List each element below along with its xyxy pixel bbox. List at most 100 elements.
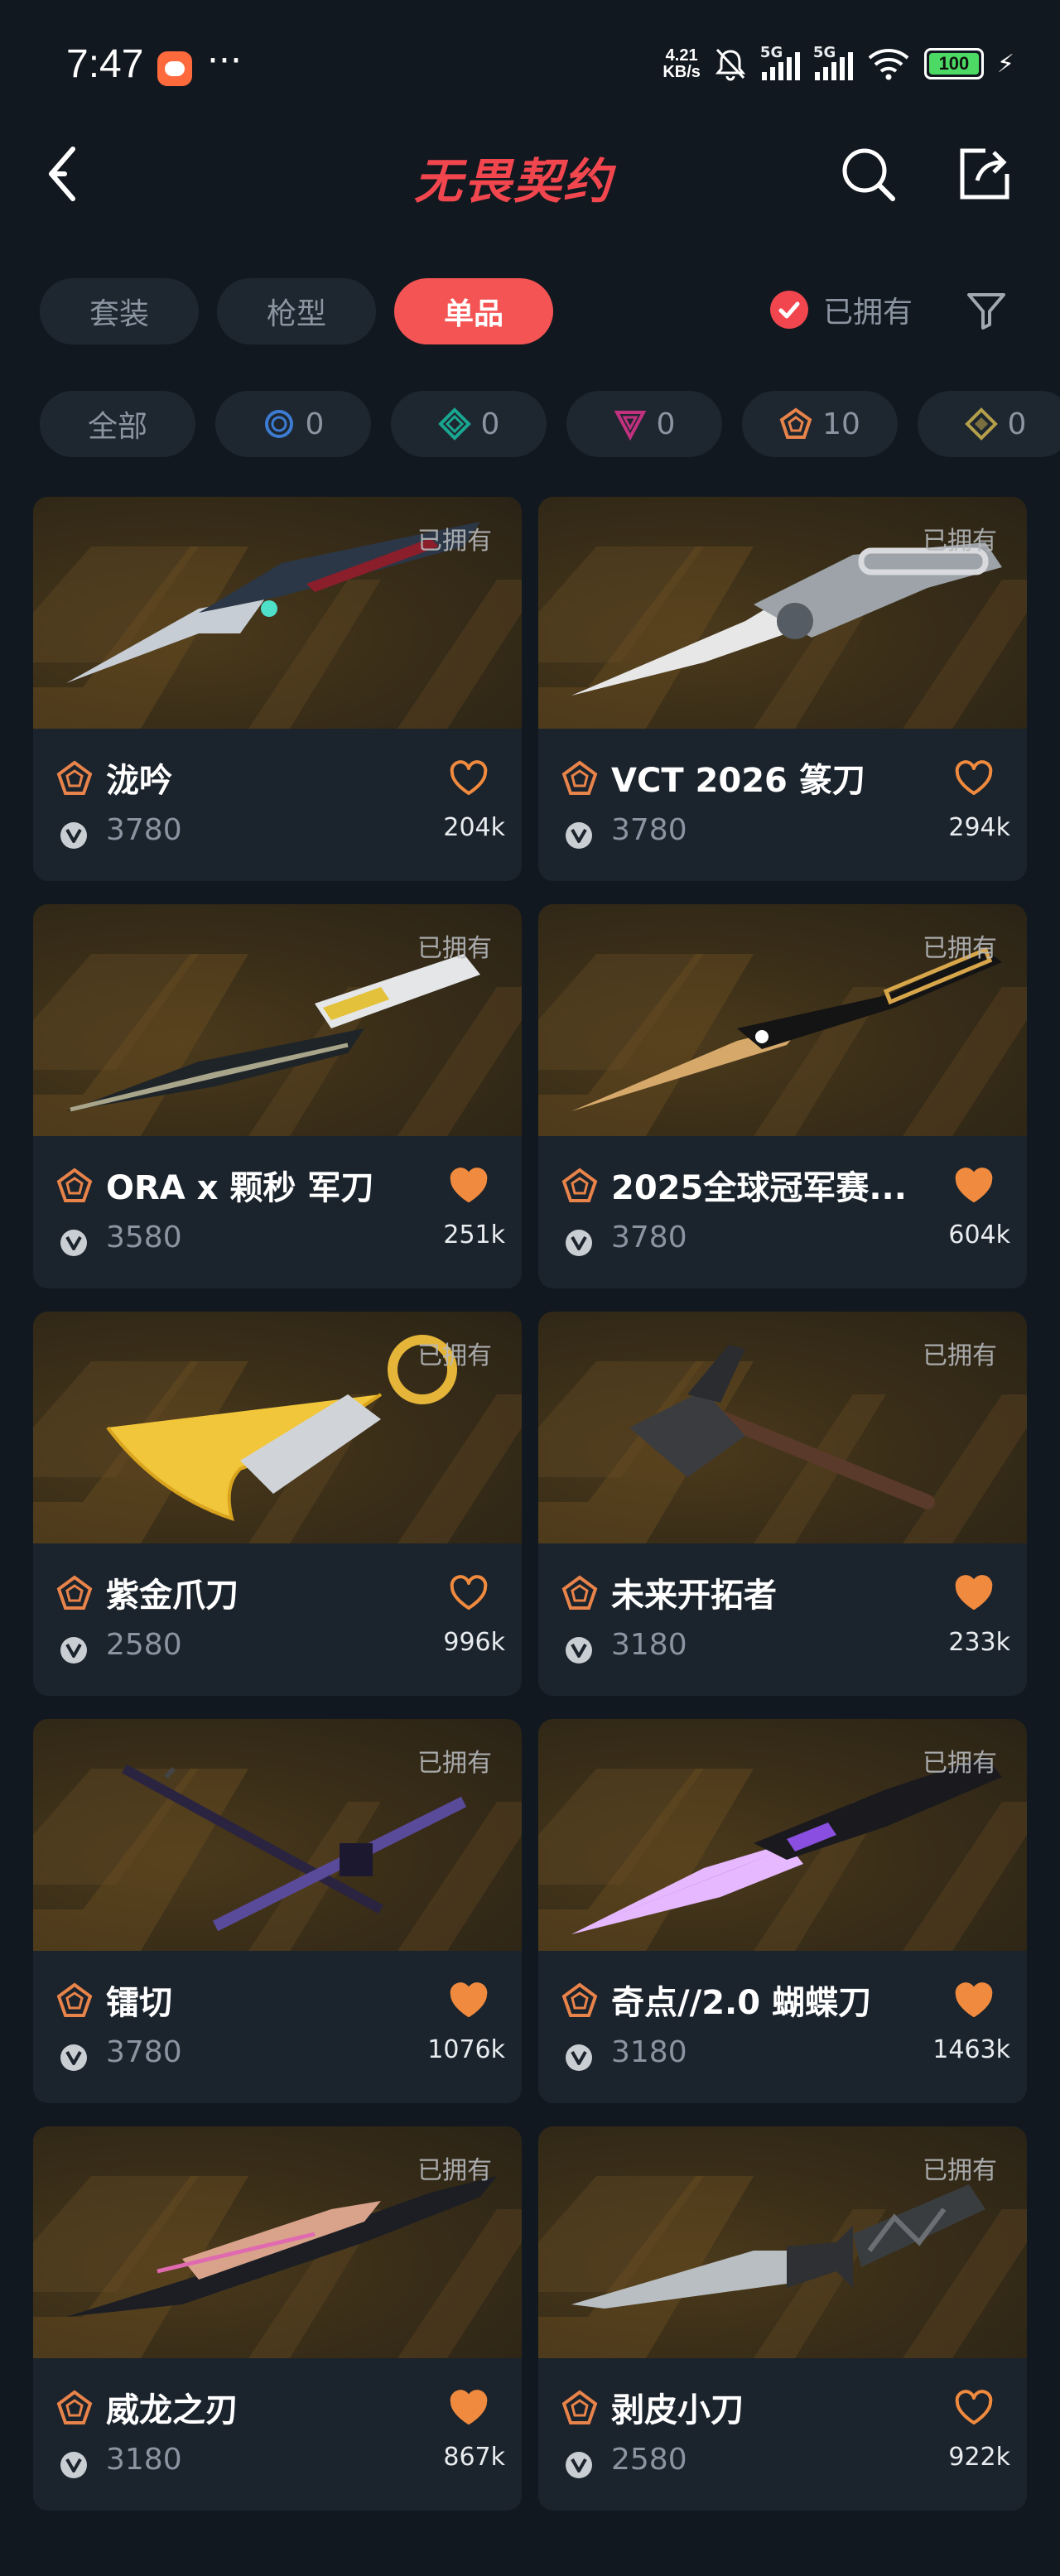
chip-ultra-count: 0: [1007, 407, 1027, 441]
item-card[interactable]: 已拥有 奇点//2.0 蝴蝶刀 3180 1463k: [538, 1719, 1027, 2103]
item-card[interactable]: 已拥有 2025全球冠军赛... 3780 604k: [538, 904, 1027, 1288]
signal-sim1-icon: 5G: [760, 44, 800, 80]
signal-sim2-icon: 5G: [813, 44, 853, 80]
valorant-points-icon: [58, 820, 89, 851]
chip-premium-tier[interactable]: 0: [566, 391, 722, 457]
item-name: VCT 2026 篆刀: [611, 762, 865, 800]
item-card[interactable]: 已拥有 未来开拓者 3180 233k: [538, 1312, 1027, 1696]
owned-filter-label: 已拥有: [823, 296, 913, 330]
item-info: ORA x 颗秒 军刀 3580 251k: [33, 1136, 522, 1288]
like-count: 1463k: [932, 2035, 1010, 2064]
chip-ultra-tier[interactable]: 0: [918, 391, 1060, 457]
item-card[interactable]: 已拥有 剥皮小刀 2580 922k: [538, 2126, 1027, 2511]
exclusive-tier-icon: [56, 1982, 93, 2019]
item-info: 奇点//2.0 蝴蝶刀 3180 1463k: [538, 1951, 1027, 2103]
net-speed-value: 4.21: [665, 46, 698, 65]
search-button[interactable]: [836, 142, 899, 205]
owned-tag: 已拥有: [923, 2156, 997, 2185]
heart-outline-icon[interactable]: [954, 760, 994, 797]
mute-bell-icon: [714, 46, 747, 81]
exclusive-tier-icon: [56, 2390, 93, 2426]
filter-button[interactable]: [966, 290, 1007, 331]
item-card[interactable]: 已拥有 泷吟 3780 204k: [33, 497, 522, 881]
back-arrow-icon: [49, 147, 75, 201]
owned-filter-toggle[interactable]: 已拥有: [770, 288, 913, 331]
item-name: 紫金爪刀: [106, 1577, 238, 1615]
item-info: 剥皮小刀 2580 922k: [538, 2358, 1027, 2511]
item-name: 泷吟: [106, 762, 172, 800]
item-name: 镭切: [106, 1984, 172, 2022]
net-speed-unit: KB/s: [662, 63, 701, 81]
heart-filled-icon[interactable]: [954, 1982, 994, 2019]
item-card[interactable]: 已拥有 ORA x 颗秒 军刀 3580 251k: [33, 904, 522, 1288]
chip-deluxe-count: 0: [480, 407, 500, 441]
heart-outline-icon[interactable]: [449, 1575, 489, 1611]
item-info: 泷吟 3780 204k: [33, 729, 522, 881]
chip-premium-count: 0: [656, 407, 676, 441]
item-name: 奇点//2.0 蝴蝶刀: [611, 1984, 872, 2022]
status-bar: 7:47 ··· 4.21 KB/s 5G 5G 100 ⚡: [0, 0, 1060, 141]
valorant-points-icon: [563, 2042, 595, 2073]
like-count: 922k: [948, 2443, 1010, 2472]
like-count: 867k: [443, 2443, 505, 2472]
item-price: 3780: [611, 1221, 687, 1254]
tab-bundles[interactable]: 套装: [40, 278, 199, 344]
item-image: 已拥有: [538, 1719, 1027, 1951]
back-button[interactable]: [40, 141, 98, 207]
item-price: 2580: [106, 1628, 182, 1662]
exclusive-tier-icon: [56, 1575, 93, 1611]
owned-tag: 已拥有: [417, 527, 492, 556]
heart-outline-icon[interactable]: [954, 2390, 994, 2426]
share-button[interactable]: [952, 142, 1015, 205]
item-card[interactable]: 已拥有 紫金爪刀 2580 996k: [33, 1312, 522, 1696]
heart-outline-icon[interactable]: [449, 760, 489, 797]
item-image: 已拥有: [33, 1719, 522, 1951]
owned-tag: 已拥有: [923, 1749, 997, 1778]
chip-exclusive-tier[interactable]: 10: [742, 391, 898, 457]
item-price: 3780: [106, 813, 182, 847]
heart-filled-icon[interactable]: [449, 1982, 489, 2019]
heart-filled-icon[interactable]: [449, 2390, 489, 2426]
item-card[interactable]: 已拥有 VCT 2026 篆刀 3780 294k: [538, 497, 1027, 881]
item-info: 2025全球冠军赛... 3780 604k: [538, 1136, 1027, 1288]
item-image: 已拥有: [538, 2126, 1027, 2358]
like-count: 996k: [443, 1628, 505, 1657]
item-image: 已拥有: [33, 1312, 522, 1543]
chip-select-count: 0: [305, 407, 325, 441]
heart-filled-icon[interactable]: [954, 1575, 994, 1611]
item-card[interactable]: 已拥有 镭切 3780 1076k: [33, 1719, 522, 2103]
owned-tag: 已拥有: [923, 934, 997, 963]
item-info: 未来开拓者 3180 233k: [538, 1543, 1027, 1696]
heart-filled-icon[interactable]: [449, 1168, 489, 1204]
heart-filled-icon[interactable]: [954, 1168, 994, 1204]
item-image: 已拥有: [33, 497, 522, 729]
exclusive-tier-icon: [561, 1168, 598, 1204]
chip-all[interactable]: 全部: [40, 391, 195, 457]
exclusive-tier-icon: [56, 760, 93, 797]
valorant-points-icon: [563, 820, 595, 851]
item-info: 威龙之刃 3180 867k: [33, 2358, 522, 2511]
exclusive-tier-icon: [779, 407, 812, 441]
filter-icon: [967, 293, 1005, 330]
owned-tag: 已拥有: [417, 934, 492, 963]
valorant-points-icon: [563, 1227, 595, 1259]
chip-deluxe-tier[interactable]: 0: [391, 391, 547, 457]
tab-single-items[interactable]: 单品: [394, 278, 553, 344]
valorant-points-icon: [58, 2042, 89, 2073]
status-indicators: 4.21 KB/s 5G 5G 100 ⚡: [662, 44, 1014, 81]
charging-icon: ⚡: [996, 49, 1014, 79]
tab-weapon-types[interactable]: 枪型: [217, 278, 376, 344]
like-count: 604k: [948, 1221, 1010, 1249]
item-price: 3180: [611, 1628, 687, 1662]
chip-all-label: 全部: [87, 410, 147, 444]
item-price: 3780: [611, 813, 687, 847]
item-price: 2580: [611, 2443, 687, 2477]
net-speed: 4.21 KB/s: [662, 47, 701, 80]
chip-select-tier[interactable]: 0: [215, 391, 371, 457]
exclusive-tier-icon: [561, 2390, 598, 2426]
item-card[interactable]: 已拥有 威龙之刃 3180 867k: [33, 2126, 522, 2511]
item-info: 镭切 3780 1076k: [33, 1951, 522, 2103]
valorant-points-icon: [58, 1635, 89, 1666]
exclusive-tier-icon: [561, 1575, 598, 1611]
item-name: 未来开拓者: [611, 1577, 777, 1615]
